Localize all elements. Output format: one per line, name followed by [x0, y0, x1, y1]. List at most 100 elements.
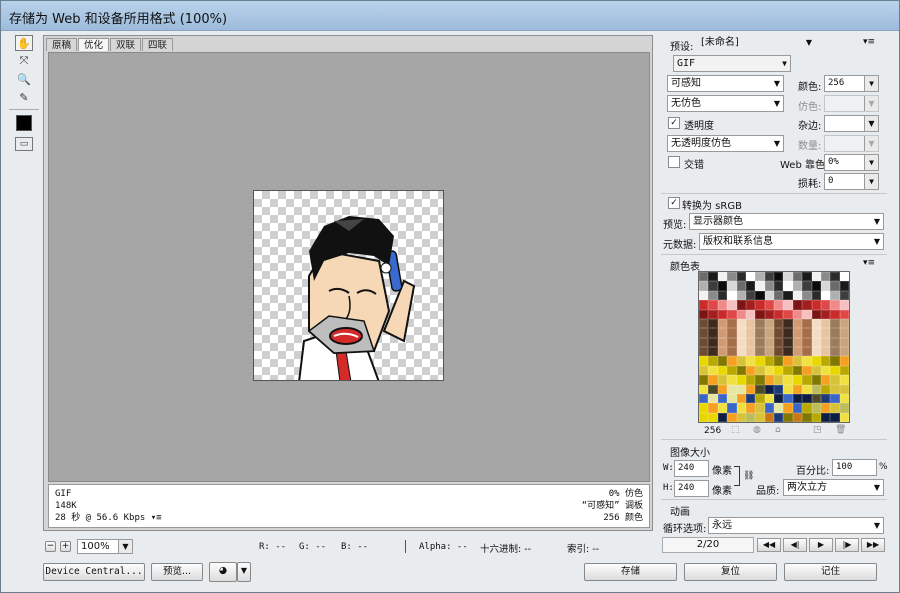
color-swatch[interactable]: [736, 272, 746, 282]
color-swatch[interactable]: [764, 365, 774, 376]
zoom-icon[interactable]: 🔍: [15, 71, 33, 87]
transparency-checkbox[interactable]: ✓: [668, 117, 680, 129]
color-swatch[interactable]: [727, 375, 737, 385]
color-swatch[interactable]: [802, 300, 812, 310]
color-swatch[interactable]: [774, 318, 784, 329]
color-swatch[interactable]: [745, 328, 756, 338]
browser-icon[interactable]: ◕: [209, 562, 237, 582]
width-input[interactable]: 240: [674, 460, 709, 477]
color-swatch[interactable]: [708, 393, 718, 404]
color-swatch[interactable]: [811, 347, 821, 357]
color-swatch[interactable]: [736, 356, 746, 366]
color-swatch[interactable]: [745, 300, 756, 310]
color-swatch[interactable]: [783, 290, 793, 301]
color-swatch[interactable]: [708, 347, 718, 357]
color-swatch[interactable]: [830, 412, 840, 422]
color-swatch[interactable]: [755, 393, 765, 404]
color-swatch[interactable]: [811, 365, 821, 376]
color-swatch[interactable]: [727, 290, 737, 301]
color-swatch[interactable]: [839, 309, 849, 319]
color-swatch[interactable]: [717, 365, 728, 376]
color-swatch[interactable]: [783, 309, 793, 319]
color-swatch[interactable]: [745, 337, 756, 347]
color-swatch[interactable]: [820, 375, 831, 385]
color-swatch[interactable]: [802, 328, 812, 338]
color-swatch[interactable]: [755, 365, 765, 376]
color-swatch[interactable]: [708, 375, 718, 385]
color-swatch[interactable]: [783, 375, 793, 385]
color-swatch[interactable]: [811, 356, 821, 366]
loop-select[interactable]: 永远 ▼: [708, 517, 884, 534]
color-swatch[interactable]: [755, 384, 765, 394]
color-swatch[interactable]: [802, 290, 812, 301]
color-swatch[interactable]: [820, 403, 831, 413]
color-swatch[interactable]: [708, 328, 718, 338]
tab-optimized[interactable]: 优化: [78, 38, 110, 51]
color-swatch[interactable]: [727, 347, 737, 357]
color-swatch[interactable]: [764, 300, 774, 310]
color-swatch[interactable]: [820, 300, 831, 310]
color-swatch[interactable]: [830, 403, 840, 413]
color-swatch[interactable]: [764, 281, 774, 291]
color-swatch[interactable]: [727, 356, 737, 366]
color-swatch[interactable]: [727, 281, 737, 291]
color-swatch[interactable]: [820, 356, 831, 366]
color-swatch[interactable]: [699, 272, 709, 282]
color-swatch[interactable]: [755, 300, 765, 310]
color-swatch[interactable]: [764, 384, 774, 394]
color-swatch[interactable]: [774, 309, 784, 319]
color-table-menu-icon[interactable]: ▾≡: [863, 258, 875, 268]
color-swatch[interactable]: [792, 375, 803, 385]
color-swatch[interactable]: [792, 272, 803, 282]
color-swatch[interactable]: [717, 337, 728, 347]
tab-original[interactable]: 原稿: [46, 38, 78, 51]
color-swatch[interactable]: [783, 365, 793, 376]
color-swatch[interactable]: [792, 403, 803, 413]
color-swatch[interactable]: [820, 272, 831, 282]
color-swatch[interactable]: [811, 393, 821, 404]
color-swatch[interactable]: [745, 356, 756, 366]
chevron-down-icon[interactable]: ▼: [864, 116, 878, 131]
color-swatch[interactable]: [755, 412, 765, 422]
prev-frame-button[interactable]: ◀|: [783, 538, 807, 552]
color-swatch[interactable]: [802, 365, 812, 376]
color-swatch[interactable]: [755, 356, 765, 366]
color-swatch[interactable]: [811, 281, 821, 291]
color-swatch[interactable]: [755, 290, 765, 301]
percent-input[interactable]: 100: [832, 459, 877, 476]
color-swatch[interactable]: [717, 318, 728, 329]
color-swatch[interactable]: [830, 300, 840, 310]
color-swatch[interactable]: [708, 281, 718, 291]
color-swatch[interactable]: [727, 412, 737, 422]
zoom-in-button[interactable]: +: [60, 541, 71, 552]
chevron-down-icon[interactable]: ▼: [237, 562, 251, 582]
color-swatch[interactable]: [727, 318, 737, 329]
color-swatch[interactable]: [755, 328, 765, 338]
color-swatch[interactable]: [792, 393, 803, 404]
color-swatch[interactable]: [783, 272, 793, 282]
color-swatch[interactable]: [736, 337, 746, 347]
color-swatch[interactable]: [792, 337, 803, 347]
color-swatch[interactable]: [820, 393, 831, 404]
color-swatch[interactable]: [839, 384, 849, 394]
color-swatch[interactable]: [830, 318, 840, 329]
color-swatch[interactable]: [727, 384, 737, 394]
color-swatch[interactable]: [802, 356, 812, 366]
slice-select-icon[interactable]: ⤧: [15, 53, 33, 69]
color-swatch[interactable]: [736, 309, 746, 319]
color-swatch[interactable]: [802, 281, 812, 291]
color-swatch[interactable]: [708, 412, 718, 422]
map-color-icon[interactable]: ⬚: [731, 425, 740, 435]
color-swatch[interactable]: [820, 328, 831, 338]
color-swatch[interactable]: [811, 309, 821, 319]
chevron-down-icon[interactable]: ▼: [864, 76, 878, 91]
matte-combo[interactable]: ▼: [824, 115, 879, 132]
color-swatch[interactable]: [783, 356, 793, 366]
color-swatch[interactable]: [811, 412, 821, 422]
color-swatch[interactable]: [792, 328, 803, 338]
color-swatch[interactable]: [717, 328, 728, 338]
color-swatch[interactable]: [755, 281, 765, 291]
lossy-combo[interactable]: 0 ▼: [824, 173, 879, 190]
color-swatch[interactable]: [699, 403, 709, 413]
color-swatch[interactable]: [820, 347, 831, 357]
